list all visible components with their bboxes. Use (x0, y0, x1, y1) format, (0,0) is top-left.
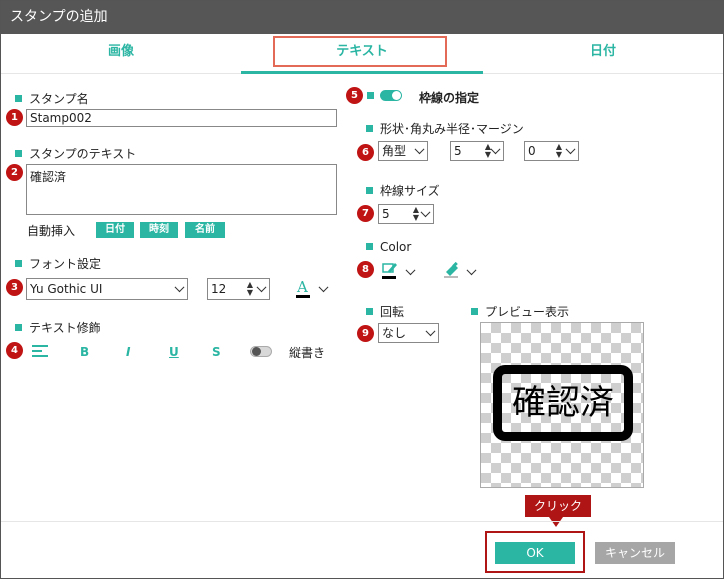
align-icon[interactable] (32, 343, 50, 359)
shape-select[interactable]: 角型 (378, 141, 428, 161)
margin-stepper[interactable]: 0 ▲ ▼ (524, 141, 579, 161)
font-size-stepper[interactable]: 12 ▲ ▼ (207, 278, 270, 300)
stamp-name-input[interactable]: Stamp002 (26, 109, 337, 127)
chevron-down-icon (256, 282, 267, 293)
ok-button[interactable]: OK (495, 542, 575, 564)
border-size-label: 枠線サイズ (366, 182, 440, 199)
insert-name-chip[interactable]: 名前 (185, 222, 225, 238)
italic-button[interactable]: I (126, 345, 130, 359)
strikethrough-button[interactable]: S (212, 345, 221, 359)
badge-8: 8 (357, 261, 374, 278)
rotation-label: 回転 (366, 303, 404, 320)
spin-arrows-icon: ▲ ▼ (246, 280, 253, 297)
border-toggle[interactable] (380, 90, 402, 101)
insert-date-chip[interactable]: 日付 (96, 222, 134, 238)
spin-arrows-icon: ▲ ▼ (412, 205, 419, 222)
badge-2: 2 (6, 164, 23, 181)
badge-5: 5 (346, 87, 363, 104)
dialog-title: スタンプの追加 (1, 1, 723, 34)
chevron-down-icon (405, 265, 416, 276)
badge-4: 4 (6, 342, 23, 359)
vertical-writing-label: 縦書き (289, 346, 326, 360)
stamp-name-label: スタンプ名 (15, 90, 89, 107)
chevron-down-icon (466, 265, 477, 276)
tab-date[interactable]: 日付 (483, 34, 723, 74)
spin-arrows-icon: ▲ ▼ (555, 142, 562, 159)
font-settings-label: フォント設定 (15, 255, 101, 272)
badge-3: 3 (6, 279, 23, 296)
shape-label: 形状･角丸み半径･マージン (366, 120, 524, 137)
chevron-down-icon (174, 282, 185, 293)
rotation-select[interactable]: なし (378, 323, 439, 343)
spin-arrows-icon: ▲ ▼ (484, 142, 491, 159)
border-color-icon[interactable] (382, 261, 418, 283)
click-callout: クリック (525, 495, 591, 517)
footer-divider (1, 521, 723, 522)
font-color-icon[interactable]: A (295, 278, 331, 300)
add-stamp-dialog: スタンプの追加 画像 テキスト 日付 スタンプ名 1 Stamp002 スタンプ… (0, 0, 724, 579)
preview-stamp-text: 確認済 (493, 365, 633, 441)
stamp-text-label: スタンプのテキスト (15, 145, 136, 162)
cancel-button[interactable]: キャンセル (595, 542, 675, 564)
badge-6: 6 (357, 144, 374, 161)
preview-label: プレビュー表示 (471, 303, 569, 320)
vertical-writing-toggle[interactable] (250, 346, 272, 357)
chevron-down-icon (490, 144, 501, 155)
chevron-down-icon (425, 326, 436, 337)
tab-image[interactable]: 画像 (1, 34, 241, 74)
underline-button[interactable]: U (169, 345, 179, 359)
badge-7: 7 (357, 205, 374, 222)
border-square (367, 92, 374, 99)
auto-insert-label: 自動挿入 (27, 224, 76, 238)
chevron-down-icon (420, 207, 431, 218)
border-label: 枠線の指定 (419, 91, 480, 105)
badge-1: 1 (6, 109, 23, 126)
color-label: Color (366, 240, 411, 254)
border-size-stepper[interactable]: 5 ▲ ▼ (378, 204, 434, 224)
insert-time-chip[interactable]: 時刻 (140, 222, 178, 238)
font-family-select[interactable]: Yu Gothic UI (26, 278, 188, 300)
stamp-preview: 確認済 (480, 322, 644, 488)
callout-tail (549, 517, 563, 527)
tab-bar: 画像 テキスト 日付 (1, 34, 723, 74)
tab-text-highlight (273, 36, 447, 67)
chevron-down-icon (565, 144, 576, 155)
corner-radius-stepper[interactable]: 5 ▲ ▼ (450, 141, 504, 161)
text-decoration-label: テキスト修飾 (15, 319, 101, 336)
badge-9: 9 (357, 325, 374, 342)
fill-color-icon[interactable] (443, 261, 479, 283)
chevron-down-icon (318, 282, 329, 293)
chevron-down-icon (414, 144, 425, 155)
stamp-text-input[interactable]: 確認済 (26, 164, 337, 215)
bold-button[interactable]: B (80, 345, 89, 359)
